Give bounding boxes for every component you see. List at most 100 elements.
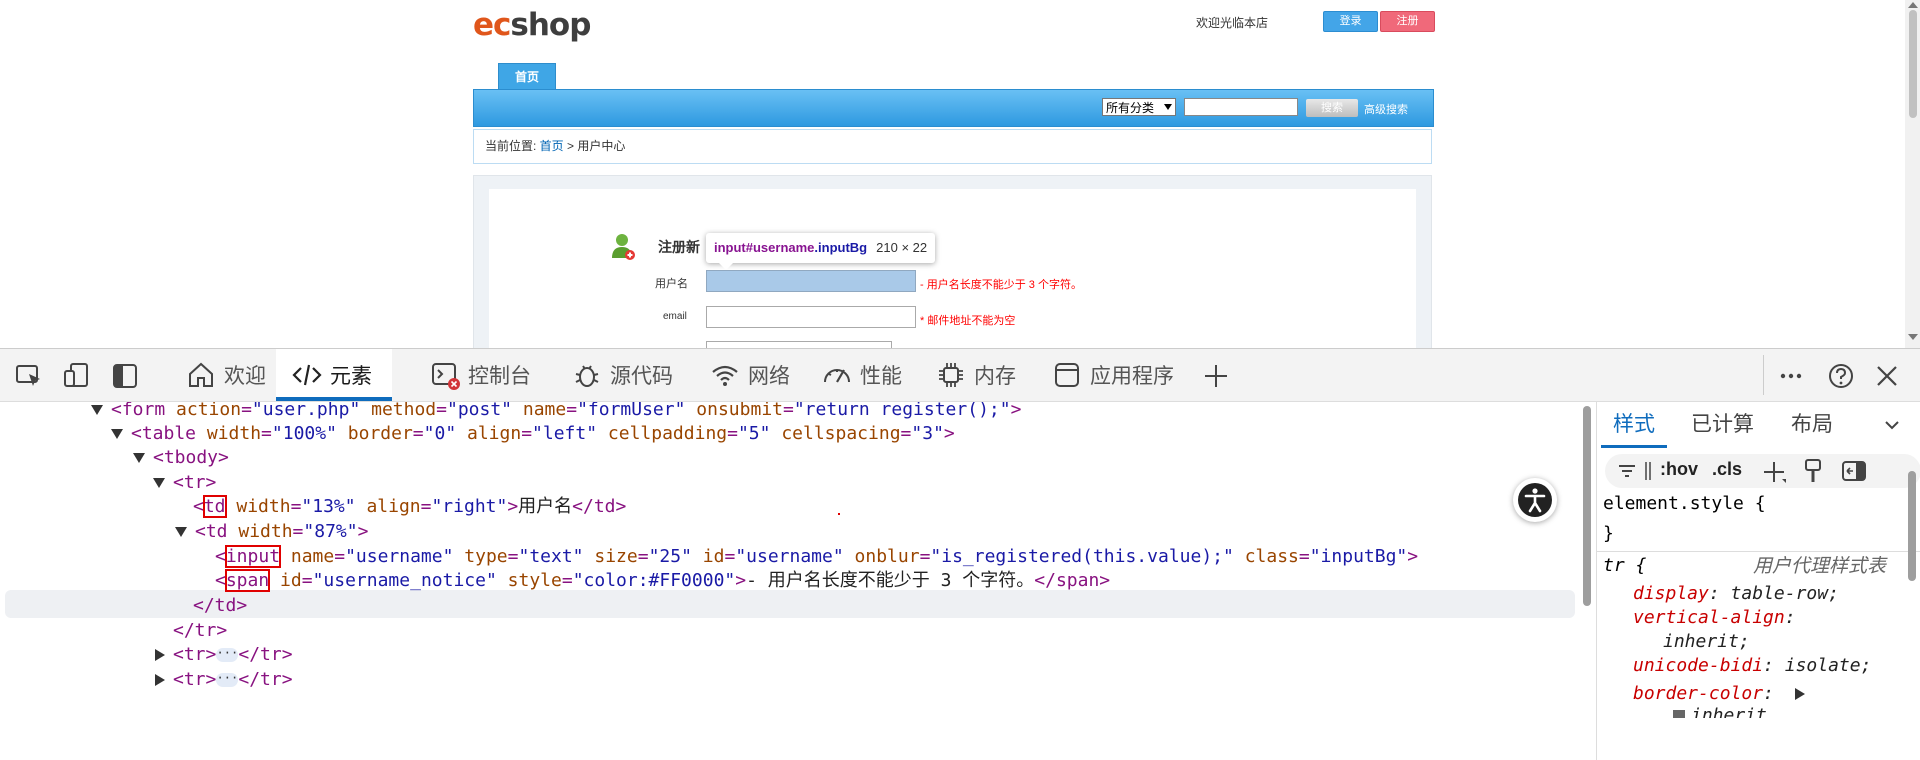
expand-arrow-icon[interactable] [155, 649, 165, 661]
element-style-selector[interactable]: element.style { [1603, 492, 1766, 516]
elements-scrollbar-thumb[interactable] [1583, 406, 1591, 606]
add-rule-icon[interactable] [1763, 460, 1787, 484]
tab-performance[interactable]: 性能 [812, 349, 912, 401]
page-scrollbar-thumb[interactable] [1909, 10, 1917, 118]
dom-node-span[interactable]: <span id="username_notice" style="color:… [215, 567, 1110, 595]
scroll-down-arrow-icon[interactable] [1908, 334, 1918, 340]
add-tab-icon[interactable] [1201, 361, 1231, 391]
toolbar-divider [1763, 355, 1764, 395]
tag-name: <tbody> [153, 447, 229, 468]
category-select[interactable]: 所有分类 [1102, 98, 1176, 116]
dock-side-icon[interactable] [110, 361, 140, 391]
tab-memory[interactable]: 内存 [926, 349, 1026, 401]
elements-scrollbar[interactable] [1583, 402, 1593, 760]
devtools-panel: 欢迎 元素 控制台 源代码 网络 性能 内存 应用程序 <form action… [0, 348, 1920, 760]
attr-name: method [371, 402, 437, 420]
styles-scrollbar-thumb[interactable] [1908, 471, 1916, 581]
tag-close: > [943, 423, 955, 444]
attr-name: width [206, 423, 262, 444]
collapse-arrow-icon[interactable] [91, 405, 103, 415]
dom-node-td-label[interactable]: <td width="13%" align="right">用户名</td> [193, 493, 626, 521]
style-declaration[interactable]: display: table-row; [1633, 582, 1839, 606]
styles-filter-bar: :hov .cls [1605, 454, 1920, 488]
style-declaration[interactable]: unicode-bidi: isolate; [1633, 654, 1871, 678]
expand-arrow-icon[interactable] [155, 674, 165, 686]
hover-state-toggle[interactable]: :hov [1660, 459, 1698, 480]
attr-value: "87%" [303, 521, 358, 542]
tab-console[interactable]: 控制台 [420, 349, 541, 401]
attr-value: "100%" [271, 423, 337, 444]
dropdown-arrow-icon [1164, 104, 1172, 110]
pin-icon[interactable] [1643, 460, 1653, 482]
dom-node-tbody[interactable]: <tbody> [133, 444, 229, 472]
email-input[interactable] [706, 306, 916, 328]
expand-arrow-icon[interactable] [1794, 688, 1805, 700]
color-swatch[interactable] [1673, 710, 1685, 718]
filter-icon[interactable] [1617, 462, 1637, 480]
style-declaration[interactable]: vertical-align: [1633, 606, 1796, 630]
ecshop-logo[interactable]: ecshop [473, 5, 591, 45]
tab-network[interactable]: 网络 [700, 349, 800, 401]
tab-sources[interactable]: 源代码 [562, 349, 683, 401]
attr-name: align [366, 496, 421, 517]
collapse-arrow-icon[interactable] [133, 453, 145, 463]
style-declaration[interactable]: border-color: [1633, 682, 1813, 706]
attr-name: name [522, 402, 567, 420]
accessibility-icon[interactable] [1513, 478, 1557, 522]
chip-icon [939, 363, 963, 387]
welcome-text: 欢迎光临本店 [1196, 16, 1269, 30]
help-icon[interactable] [1826, 361, 1856, 391]
register-button[interactable]: 注册 [1380, 11, 1435, 32]
css-property: display [1633, 583, 1709, 604]
chevron-down-icon[interactable] [1883, 416, 1901, 434]
paint-brush-icon[interactable] [1803, 458, 1823, 484]
tab-welcome[interactable]: 欢迎 [176, 349, 276, 401]
attr-value: "text" [518, 546, 584, 567]
category-select-value: 所有分类 [1106, 101, 1155, 115]
tab-elements[interactable]: 元素 [276, 349, 392, 401]
advanced-search-link[interactable]: 高级搜索 [1364, 101, 1408, 117]
collapse-arrow-icon[interactable] [111, 429, 123, 439]
toggle-sidebar-icon[interactable] [1841, 460, 1867, 482]
ellipsis-button[interactable]: ··· [216, 672, 239, 687]
device-emulation-icon[interactable] [62, 361, 92, 391]
attr-value: "left" [532, 423, 598, 444]
dom-node-table[interactable]: <table width="100%" border="0" align="le… [111, 420, 955, 448]
breadcrumb-label: 当前位置: [485, 139, 540, 153]
tab-layout[interactable]: 布局 [1791, 402, 1833, 448]
ellipsis-button[interactable]: ··· [216, 647, 239, 662]
attr-value: "3" [911, 423, 944, 444]
tr-rule-selector[interactable]: tr { [1603, 554, 1646, 578]
collapse-arrow-icon[interactable] [175, 527, 187, 537]
login-button[interactable]: 登录 [1323, 11, 1378, 32]
tab-welcome-label: 欢迎 [224, 365, 266, 388]
css-value: isolate; [1784, 655, 1872, 676]
tag-end: </span> [1034, 570, 1111, 591]
css-property: unicode-bidi [1633, 655, 1764, 676]
tab-styles[interactable]: 样式 [1601, 402, 1667, 448]
tab-performance-label: 性能 [860, 365, 902, 388]
breadcrumb-home-link[interactable]: 首页 [540, 139, 564, 153]
tab-application[interactable]: 应用程序 [1042, 349, 1184, 401]
attr-name: name [290, 546, 335, 567]
more-options-icon[interactable] [1776, 361, 1806, 391]
class-toggle[interactable]: .cls [1712, 459, 1742, 480]
tag-name: <tr> [173, 644, 217, 665]
tab-computed[interactable]: 已计算 [1691, 402, 1754, 448]
dom-node-tr-collapsed[interactable]: <tr>···</tr> [155, 666, 293, 694]
password-input[interactable] [706, 341, 892, 348]
collapse-arrow-icon[interactable] [153, 478, 165, 488]
search-input[interactable] [1184, 98, 1298, 116]
nav-tab-home[interactable]: 首页 [498, 63, 556, 90]
username-input[interactable] [706, 270, 916, 292]
inspect-element-icon[interactable] [14, 361, 44, 391]
search-button[interactable]: 搜索 [1306, 99, 1358, 117]
scroll-up-arrow-icon[interactable] [1908, 2, 1918, 8]
dom-node-tr-collapsed[interactable]: <tr>···</tr> [155, 641, 293, 669]
attr-value: "username_notice" [312, 570, 497, 591]
dom-node-td-close[interactable]: </td> [193, 592, 247, 620]
console-icon [432, 363, 460, 390]
css-property: border-color [1633, 683, 1764, 704]
dom-node-td-input[interactable]: <td width="87%"> [175, 518, 368, 546]
close-icon[interactable] [1872, 361, 1902, 391]
